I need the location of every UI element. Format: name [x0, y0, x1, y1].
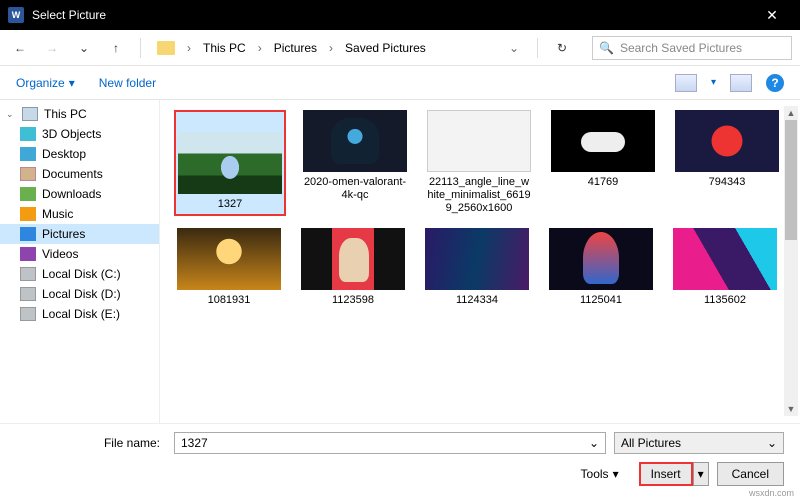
sidebar-item-local-disk-c[interactable]: Local Disk (C:) — [0, 264, 159, 284]
breadcrumb-this-pc[interactable]: This PC — [199, 39, 250, 57]
file-item[interactable]: 1081931 — [174, 228, 284, 307]
file-item[interactable]: 1124334 — [422, 228, 532, 307]
help-icon[interactable]: ? — [766, 74, 784, 92]
thumbnail-icon — [551, 110, 655, 172]
sidebar-item-local-disk-e[interactable]: Local Disk (E:) — [0, 304, 159, 324]
scroll-up-icon[interactable]: ▲ — [784, 106, 798, 120]
breadcrumb-pictures[interactable]: Pictures — [270, 39, 321, 57]
toolbar: Organize ▾ New folder ▾ ? — [0, 66, 800, 100]
watermark: wsxdn.com — [749, 488, 794, 498]
scrollbar-thumb[interactable] — [785, 120, 797, 240]
music-icon — [20, 207, 36, 221]
view-mode-button[interactable] — [675, 74, 697, 92]
file-grid: 1327 2020-omen-valorant-4k-qc 22113_angl… — [160, 100, 800, 430]
recent-locations-dropdown[interactable]: ⌄ — [72, 36, 96, 60]
thumbnail-icon — [303, 110, 407, 172]
thumbnail-icon — [549, 228, 653, 290]
thumbnail-icon — [177, 228, 281, 290]
file-item[interactable]: 2020-omen-valorant-4k-qc — [300, 110, 410, 216]
scroll-down-icon[interactable]: ▼ — [784, 402, 798, 416]
file-item[interactable]: 1125041 — [546, 228, 656, 307]
disk-icon — [20, 307, 36, 321]
desktop-icon — [20, 147, 36, 161]
sidebar-item-music[interactable]: Music — [0, 204, 159, 224]
chevron-down-icon: ▾ — [613, 467, 619, 481]
nav-tree: ⌄This PC 3D Objects Desktop Documents Do… — [0, 100, 160, 430]
thumbnail-icon — [673, 228, 777, 290]
file-item[interactable]: 1123598 — [298, 228, 408, 307]
search-placeholder: Search Saved Pictures — [620, 41, 742, 55]
thumbnail-icon — [178, 132, 282, 194]
sidebar-item-desktop[interactable]: Desktop — [0, 144, 159, 164]
insert-dropdown[interactable]: ▾ — [693, 462, 709, 486]
dialog-title: Select Picture — [32, 8, 752, 22]
refresh-button[interactable]: ↻ — [550, 41, 574, 55]
file-name-input[interactable]: 1327 ⌄ — [174, 432, 606, 454]
file-item[interactable]: 1135602 — [670, 228, 780, 307]
sidebar-item-videos[interactable]: Videos — [0, 244, 159, 264]
preview-pane-button[interactable] — [730, 74, 752, 92]
sidebar-item-documents[interactable]: Documents — [0, 164, 159, 184]
file-name-label: File name: — [16, 436, 166, 450]
vertical-scrollbar[interactable]: ▲ ▼ — [784, 106, 798, 416]
chevron-down-icon[interactable]: ⌄ — [589, 436, 599, 450]
dialog-footer: File name: 1327 ⌄ All Pictures ⌄ Tools ▾… — [0, 423, 800, 500]
word-app-icon: W — [8, 7, 24, 23]
disk-icon — [20, 267, 36, 281]
up-button[interactable]: ↑ — [104, 36, 128, 60]
organize-menu[interactable]: Organize ▾ — [16, 76, 75, 90]
caret-expanded-icon[interactable]: ⌄ — [6, 109, 16, 120]
back-button[interactable]: ← — [8, 36, 32, 60]
sidebar-item-downloads[interactable]: Downloads — [0, 184, 159, 204]
breadcrumb-saved-pictures[interactable]: Saved Pictures — [341, 39, 430, 57]
file-type-filter[interactable]: All Pictures ⌄ — [614, 432, 784, 454]
sidebar-item-pictures[interactable]: Pictures — [0, 224, 159, 244]
thumbnail-icon — [301, 228, 405, 290]
close-icon[interactable]: ✕ — [752, 7, 792, 24]
search-input[interactable]: 🔍 Search Saved Pictures — [592, 36, 792, 60]
file-item[interactable]: 22113_angle_line_white_minimalist_66199_… — [424, 110, 534, 216]
file-item[interactable]: 794343 — [672, 110, 782, 216]
search-icon: 🔍 — [599, 41, 614, 55]
chevron-down-icon: ⌄ — [767, 436, 777, 450]
3d-objects-icon — [20, 127, 36, 141]
sidebar-item-local-disk-d[interactable]: Local Disk (D:) — [0, 284, 159, 304]
breadcrumb-dropdown[interactable]: ⌄ — [503, 41, 525, 55]
file-item-selected[interactable]: 1327 — [174, 110, 286, 216]
thumbnail-icon — [675, 110, 779, 172]
pictures-icon — [20, 227, 36, 241]
nav-bar: ← → ⌄ ↑ › This PC › Pictures › Saved Pic… — [0, 30, 800, 66]
chevron-right-icon[interactable]: › — [258, 41, 262, 55]
documents-icon — [20, 167, 36, 181]
thumbnail-icon — [427, 110, 531, 172]
file-item[interactable]: 41769 — [548, 110, 658, 216]
disk-icon — [20, 287, 36, 301]
downloads-icon — [20, 187, 36, 201]
chevron-down-icon[interactable]: ▾ — [711, 77, 716, 88]
separator — [140, 38, 141, 58]
sidebar-item-this-pc[interactable]: ⌄This PC — [0, 104, 159, 124]
tools-menu[interactable]: Tools ▾ — [581, 467, 619, 481]
titlebar: W Select Picture ✕ — [0, 0, 800, 30]
insert-button[interactable]: Insert — [639, 462, 693, 486]
cancel-button[interactable]: Cancel — [717, 462, 784, 486]
chevron-right-icon[interactable]: › — [187, 41, 191, 55]
new-folder-button[interactable]: New folder — [99, 76, 156, 90]
chevron-right-icon[interactable]: › — [329, 41, 333, 55]
chevron-down-icon: ▾ — [69, 76, 75, 90]
separator — [537, 38, 538, 58]
folder-icon — [157, 41, 175, 55]
sidebar-item-3d-objects[interactable]: 3D Objects — [0, 124, 159, 144]
videos-icon — [20, 247, 36, 261]
thumbnail-icon — [425, 228, 529, 290]
pc-icon — [22, 107, 38, 121]
forward-button[interactable]: → — [40, 36, 64, 60]
